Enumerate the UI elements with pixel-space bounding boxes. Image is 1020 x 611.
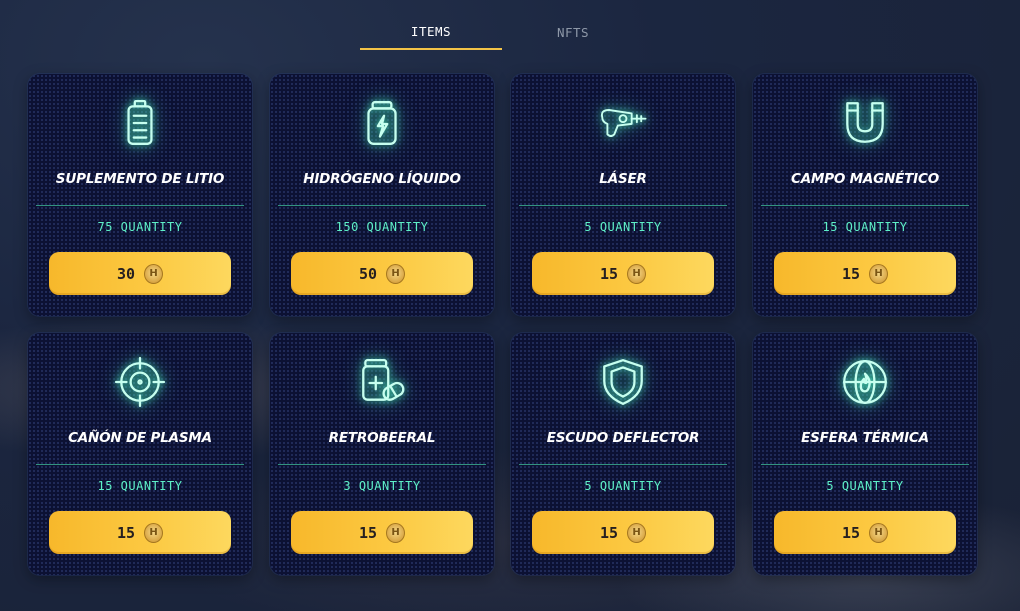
buy-button[interactable]: 15 H — [49, 511, 231, 554]
hex-coin-icon: H — [386, 522, 406, 543]
item-card: HIDRÓGENO LÍQUIDO 150 QUANTITY 50 H — [270, 74, 494, 316]
buy-button[interactable]: 15 H — [774, 511, 956, 554]
item-card: RETROBEERAL 3 QUANTITY 15 H — [270, 333, 494, 575]
price-value: 15 — [599, 523, 619, 542]
fire-globe-icon — [753, 355, 977, 409]
item-quantity: 5 QUANTITY — [584, 220, 662, 234]
divider — [36, 205, 244, 206]
tab-nfts[interactable]: NFTS — [502, 14, 644, 50]
price-value: 50 — [358, 264, 378, 283]
hex-coin-icon: H — [869, 263, 889, 284]
item-quantity: 3 QUANTITY — [343, 479, 421, 493]
price-value: 15 — [841, 523, 861, 542]
divider — [761, 464, 969, 465]
item-name: ESCUDO DEFLECTOR — [546, 430, 700, 446]
buy-button[interactable]: 15 H — [532, 511, 714, 554]
item-card: ESCUDO DEFLECTOR 5 QUANTITY 15 H — [511, 333, 735, 575]
divider — [278, 205, 486, 206]
item-name: CAÑÓN DE PLASMA — [68, 430, 212, 446]
item-card: CAMPO MAGNÉTICO 15 QUANTITY 15 H — [753, 74, 977, 316]
crosshair-icon — [28, 355, 252, 409]
ray-gun-icon — [511, 96, 735, 150]
hex-coin-icon: H — [144, 522, 164, 543]
divider — [519, 205, 727, 206]
buy-button[interactable]: 30 H — [49, 252, 231, 295]
price-value: 15 — [841, 264, 861, 283]
divider — [36, 464, 244, 465]
item-quantity: 5 QUANTITY — [584, 479, 662, 493]
medicine-icon — [270, 355, 494, 409]
shield-icon — [511, 355, 735, 409]
price-value: 15 — [358, 523, 378, 542]
item-name: LÁSER — [599, 171, 647, 187]
hex-coin-icon: H — [869, 522, 889, 543]
item-name: ESFERA TÉRMICA — [801, 430, 929, 446]
item-card: SUPLEMENTO DE LITIO 75 QUANTITY 30 H — [28, 74, 252, 316]
buy-button[interactable]: 15 H — [774, 252, 956, 295]
item-card: LÁSER 5 QUANTITY 15 H — [511, 74, 735, 316]
tab-items[interactable]: ITEMS — [360, 14, 502, 50]
hex-coin-icon: H — [627, 522, 647, 543]
item-quantity: 15 QUANTITY — [822, 220, 908, 234]
item-name: CAMPO MAGNÉTICO — [791, 171, 939, 187]
item-quantity: 15 QUANTITY — [97, 479, 183, 493]
item-name: HIDRÓGENO LÍQUIDO — [303, 171, 461, 187]
price-value: 30 — [116, 264, 136, 283]
item-card: CAÑÓN DE PLASMA 15 QUANTITY 15 H — [28, 333, 252, 575]
item-card: ESFERA TÉRMICA 5 QUANTITY 15 H — [753, 333, 977, 575]
hex-coin-icon: H — [144, 263, 164, 284]
buy-button[interactable]: 15 H — [291, 511, 473, 554]
item-quantity: 150 QUANTITY — [335, 220, 429, 234]
magnet-icon — [753, 96, 977, 150]
item-quantity: 75 QUANTITY — [97, 220, 183, 234]
hex-coin-icon: H — [627, 263, 647, 284]
divider — [278, 464, 486, 465]
energy-jar-icon — [270, 96, 494, 150]
battery-icon — [28, 96, 252, 150]
hex-coin-icon: H — [386, 263, 406, 284]
item-name: SUPLEMENTO DE LITIO — [55, 171, 225, 187]
tab-bar: ITEMS NFTS — [360, 14, 645, 52]
buy-button[interactable]: 15 H — [532, 252, 714, 295]
item-name: RETROBEERAL — [328, 430, 436, 446]
item-quantity: 5 QUANTITY — [826, 479, 904, 493]
buy-button[interactable]: 50 H — [291, 252, 473, 295]
price-value: 15 — [599, 264, 619, 283]
divider — [519, 464, 727, 465]
price-value: 15 — [116, 523, 136, 542]
divider — [761, 205, 969, 206]
